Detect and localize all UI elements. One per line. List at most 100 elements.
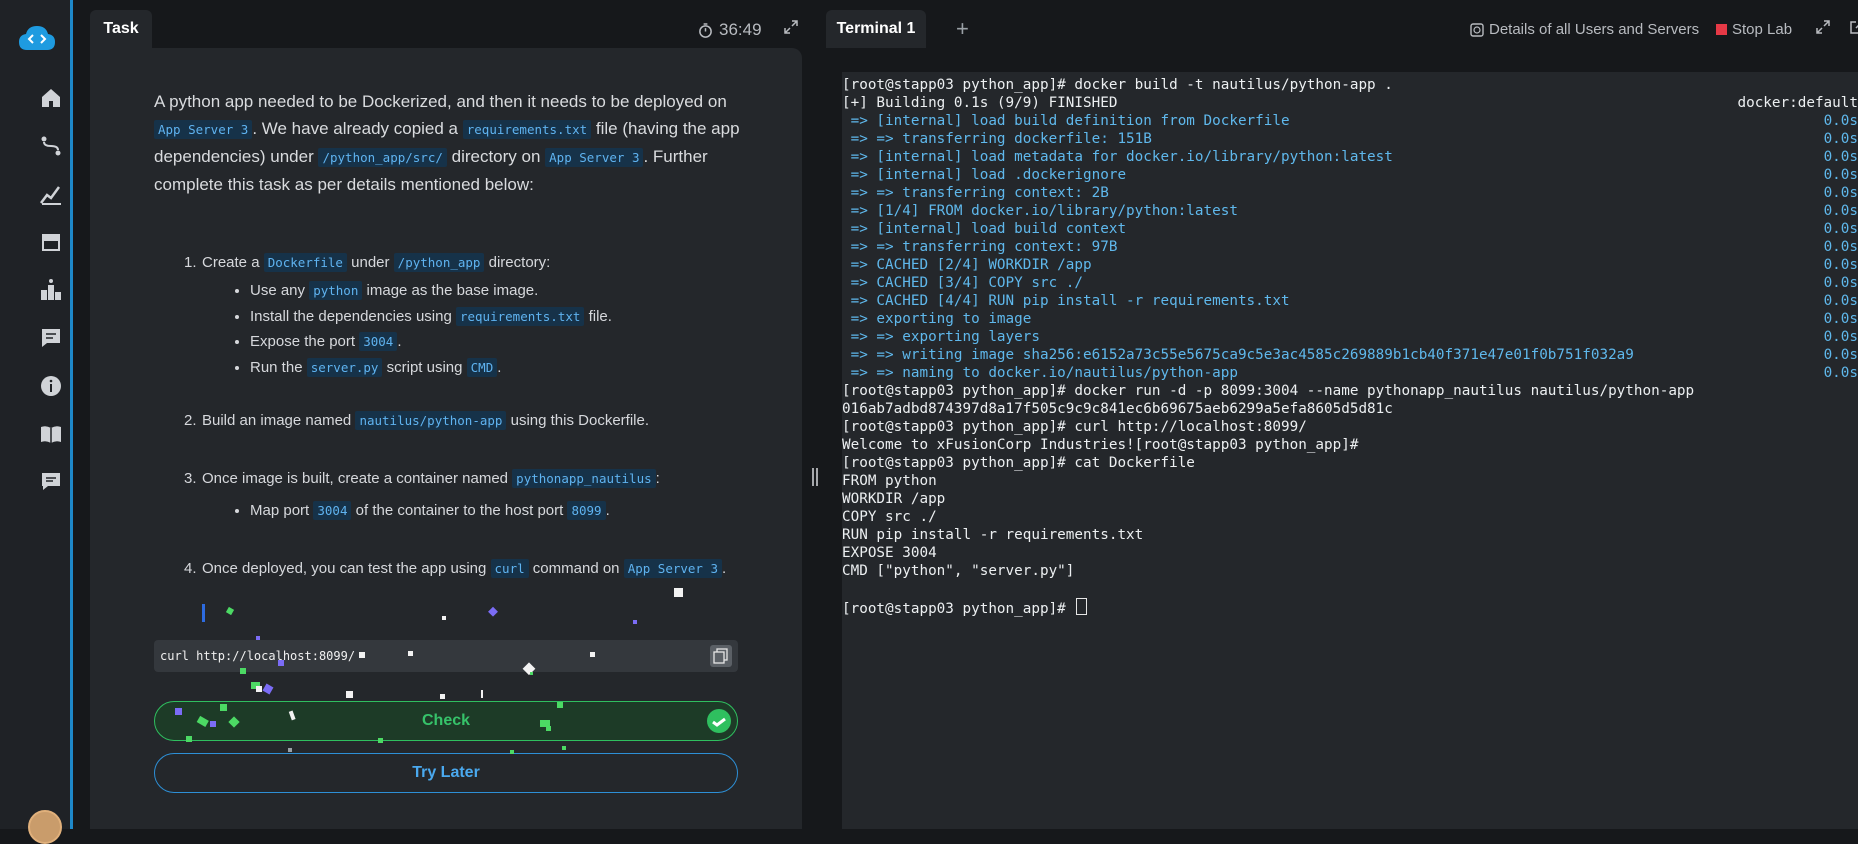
terminal-line-text: => CACHED [3/4] COPY src ./ (842, 275, 1084, 291)
terminal-line: COPY src ./ (842, 508, 1858, 526)
open-external-icon[interactable] (1850, 20, 1858, 34)
servers-icon (1470, 22, 1484, 37)
terminal-line: => CACHED [3/4] COPY src ./ 0.0s (842, 274, 1858, 292)
terminal-line: => CACHED [2/4] WORKDIR /app 0.0s (842, 256, 1858, 274)
task-panel: Task 36:49 A python app needed to be Doc… (90, 0, 802, 829)
terminal-line-timing: 0.0s (1823, 275, 1858, 291)
terminal-line-timing: 0.0s (1823, 113, 1858, 129)
terminal-line: => [internal] load metadata for docker.i… (842, 148, 1858, 166)
app-logo-icon[interactable] (17, 22, 57, 56)
terminal-line: => [internal] load build context 0.0s (842, 220, 1858, 238)
confetti-decoration (175, 588, 683, 754)
terminal-line-timing: 0.0s (1823, 347, 1858, 363)
chat-icon[interactable] (36, 467, 66, 497)
terminal-line-timing: 0.0s (1823, 149, 1858, 165)
terminal-line-text: => [internal] load .dockerignore (842, 167, 1127, 183)
chart-icon[interactable] (36, 179, 66, 209)
terminal-line-timing: 0.0s (1823, 221, 1858, 237)
terminal-line-timing: 0.0s (1823, 329, 1858, 345)
store-icon[interactable] (36, 227, 66, 257)
terminal-line-timing: 0.0s (1823, 365, 1858, 381)
timer-value: 36:49 (719, 20, 762, 39)
terminal-actions (1816, 20, 1858, 34)
terminal-line: CMD ["python", "server.py"] (842, 562, 1858, 580)
timer: 36:49 (698, 20, 762, 40)
stopwatch-icon (699, 22, 712, 38)
terminal-line: => [internal] load .dockerignore 0.0s (842, 166, 1858, 184)
add-tab-button[interactable]: + (956, 16, 969, 42)
terminal-prompt-line: [root@stapp03 python_app]# (842, 598, 1858, 617)
terminal-line-timing: 0.0s (1823, 293, 1858, 309)
left-sidebar (0, 0, 73, 844)
terminal-line-text: FROM python (842, 473, 937, 489)
terminal-line-text: => => transferring context: 97B (842, 239, 1118, 255)
docs-icon[interactable] (36, 419, 66, 449)
terminal-line-text: => exporting to image (842, 311, 1032, 327)
terminal-line-text: => => transferring dockerfile: 151B (842, 131, 1152, 147)
terminal-line-text: => [internal] load build definition from… (842, 113, 1290, 129)
feedback-icon[interactable] (36, 323, 66, 353)
tab-terminal-1[interactable]: Terminal 1 (826, 10, 926, 48)
terminal-cursor (1076, 598, 1088, 615)
terminal-line-text: => [1/4] FROM docker.io/library/python:l… (842, 203, 1238, 219)
terminal-line-timing: 0.0s (1823, 167, 1858, 183)
terminal-line-text: => CACHED [2/4] WORKDIR /app (842, 257, 1092, 273)
terminal-line: => => writing image sha256:e6152a73c55e5… (842, 346, 1858, 364)
terminal-output[interactable]: [root@stapp03 python_app]# docker build … (842, 72, 1858, 829)
stop-lab-button[interactable]: Stop Lab (1716, 21, 1792, 38)
user-avatar[interactable] (28, 810, 62, 844)
terminal-line: => [internal] load build definition from… (842, 112, 1858, 130)
path-icon[interactable] (36, 131, 66, 161)
terminal-line-timing: 0.0s (1823, 311, 1858, 327)
terminal-lines: [root@stapp03 python_app]# docker build … (842, 72, 1858, 617)
expand-icon[interactable] (784, 20, 798, 34)
terminal-line: => => naming to docker.io/nautilus/pytho… (842, 364, 1858, 382)
terminal-line-timing: 0.0s (1823, 239, 1858, 255)
terminal-line: => => exporting layers 0.0s (842, 328, 1858, 346)
terminal-line: => exporting to image 0.0s (842, 310, 1858, 328)
terminal-line: => => transferring dockerfile: 151B 0.0s (842, 130, 1858, 148)
terminal-line-timing: 0.0s (1823, 203, 1858, 219)
task-header: Task 36:49 (90, 0, 802, 48)
fullscreen-icon[interactable] (1816, 20, 1830, 34)
terminal-line: WORKDIR /app (842, 490, 1858, 508)
terminal-line-text: => => writing image sha256:e6152a73c55e5… (842, 347, 1634, 363)
terminal-line-text: [root@stapp03 python_app]# docker build … (842, 77, 1393, 93)
terminal-line: => => transferring context: 2B 0.0s (842, 184, 1858, 202)
terminal-line-text: 016ab7adbd874397d8a17f505c9c9c841ec6b696… (842, 401, 1393, 417)
panel-resize-handle[interactable] (810, 468, 820, 486)
terminal-line: EXPOSE 3004 (842, 544, 1858, 562)
terminal-line: [root@stapp03 python_app]# curl http://l… (842, 418, 1858, 436)
terminal-panel: Terminal 1 + Details of all Users and Se… (826, 0, 1858, 829)
terminal-line: => [1/4] FROM docker.io/library/python:l… (842, 202, 1858, 220)
task-body: A python app needed to be Dockerized, an… (90, 48, 802, 829)
terminal-line: FROM python (842, 472, 1858, 490)
terminal-line-timing: 0.0s (1823, 185, 1858, 201)
terminal-line: => CACHED [4/4] RUN pip install -r requi… (842, 292, 1858, 310)
terminal-line-text: => [internal] load build context (842, 221, 1127, 237)
info-icon[interactable] (36, 371, 66, 401)
terminal-line: [root@stapp03 python_app]# cat Dockerfil… (842, 454, 1858, 472)
terminal-line-text: CMD ["python", "server.py"] (842, 563, 1075, 579)
terminal-line: [root@stapp03 python_app]# docker run -d… (842, 382, 1858, 400)
details-link[interactable]: Details of all Users and Servers (1470, 21, 1699, 38)
terminal-prompt: [root@stapp03 python_app]# (842, 601, 1075, 617)
leaderboard-icon[interactable] (36, 275, 66, 305)
terminal-line-text: Welcome to xFusionCorp Industries![root@… (842, 437, 1359, 453)
terminal-line-text: EXPOSE 3004 (842, 545, 937, 561)
terminal-line-text: [root@stapp03 python_app]# cat Dockerfil… (842, 455, 1195, 471)
terminal-line: 016ab7adbd874397d8a17f505c9c9c841ec6b696… (842, 400, 1858, 418)
terminal-line: [root@stapp03 python_app]# docker build … (842, 76, 1858, 94)
tab-task[interactable]: Task (90, 10, 152, 48)
terminal-line-timing: 0.0s (1823, 131, 1858, 147)
terminal-line-text: COPY src ./ (842, 509, 937, 525)
terminal-line: Welcome to xFusionCorp Industries![root@… (842, 436, 1858, 454)
terminal-line-text: [root@stapp03 python_app]# curl http://l… (842, 419, 1307, 435)
terminal-line-text: => => exporting layers (842, 329, 1040, 345)
terminal-line-text: => [internal] load metadata for docker.i… (842, 149, 1393, 165)
terminal-line: RUN pip install -r requirements.txt (842, 526, 1858, 544)
home-icon[interactable] (36, 83, 66, 113)
terminal-line-text: WORKDIR /app (842, 491, 946, 507)
terminal-line-text: => CACHED [4/4] RUN pip install -r requi… (842, 293, 1290, 309)
